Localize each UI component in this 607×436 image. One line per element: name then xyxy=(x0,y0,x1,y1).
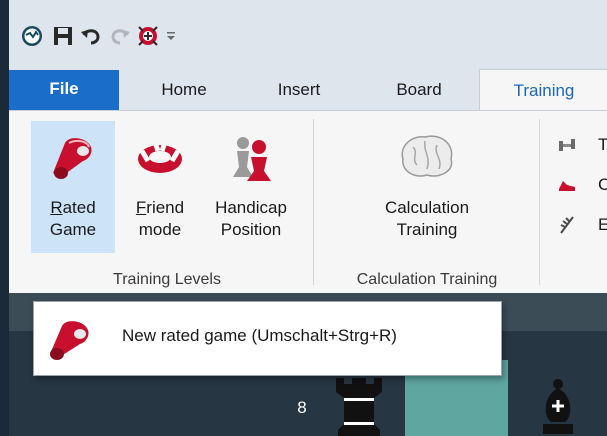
bishop-piece-icon[interactable] xyxy=(533,376,583,436)
tab-board[interactable]: Board xyxy=(369,70,469,110)
small-item-label-1[interactable]: T xyxy=(598,135,607,155)
save-icon[interactable] xyxy=(52,25,74,47)
shoe-icon[interactable] xyxy=(557,175,577,195)
group-separator xyxy=(539,119,540,285)
engine-icon[interactable] xyxy=(137,25,159,47)
rank-label: 8 xyxy=(297,398,307,417)
group-label-training-levels: Training Levels xyxy=(113,271,221,288)
rated-game-tooltip: New rated game (Umschalt+Strg+R) xyxy=(33,301,502,376)
calculation-training-button[interactable]: Calculation Training xyxy=(339,121,515,253)
handicap-position-button[interactable]: Handicap Position xyxy=(201,121,301,253)
redo-icon[interactable] xyxy=(109,25,131,47)
friend-mode-label-line2: mode xyxy=(138,220,182,239)
undo-icon[interactable] xyxy=(80,25,102,47)
friend-mode-label: Friend xyxy=(121,197,199,219)
feather-icon[interactable] xyxy=(557,215,577,235)
handicap-label-line1: Handicap xyxy=(215,198,287,217)
whistle-icon xyxy=(50,321,89,360)
dumbbell-icon[interactable] xyxy=(557,135,577,155)
whistle-icon xyxy=(53,138,92,179)
group-separator xyxy=(313,119,314,285)
window-edge xyxy=(0,0,9,436)
friend-mode-button[interactable]: Friend mode xyxy=(121,121,199,253)
app-logo-icon[interactable] xyxy=(21,25,43,47)
calculation-label-line2: Training xyxy=(396,220,458,239)
rook-piece-icon[interactable] xyxy=(328,372,390,436)
group-label-calculation-training: Calculation Training xyxy=(356,271,498,288)
tab-training[interactable]: Training xyxy=(479,69,607,112)
small-item-label-3[interactable]: E xyxy=(598,215,607,235)
tab-insert[interactable]: Insert xyxy=(249,70,349,110)
accelerator-key: F xyxy=(135,198,147,217)
brain-icon xyxy=(401,135,453,177)
ribbon-tabs: File Home Insert Board Training xyxy=(9,69,607,112)
tab-file[interactable]: File xyxy=(9,70,119,110)
small-item-label-2[interactable]: C xyxy=(598,175,607,195)
tab-home[interactable]: Home xyxy=(139,70,229,110)
label-rest: riend xyxy=(146,198,185,217)
rated-game-label-line2: Game xyxy=(49,220,97,239)
handicap-label-line2: Position xyxy=(220,220,282,239)
accelerator-key: R xyxy=(50,198,63,217)
rated-game-label: Rated xyxy=(31,197,115,219)
tooltip-text: New rated game (Umschalt+Strg+R) xyxy=(122,326,397,345)
ribbon-panel: Rated Game Friend mode Handicap Position… xyxy=(9,110,607,294)
customize-arrow-icon[interactable] xyxy=(166,31,176,41)
lifebuoy-icon xyxy=(138,144,182,173)
quick-access-toolbar xyxy=(9,0,607,70)
pawns-icon xyxy=(233,137,271,181)
label-rest: ated xyxy=(62,198,96,217)
rated-game-button[interactable]: Rated Game xyxy=(31,121,115,253)
calculation-label-line1: Calculation xyxy=(384,198,470,217)
